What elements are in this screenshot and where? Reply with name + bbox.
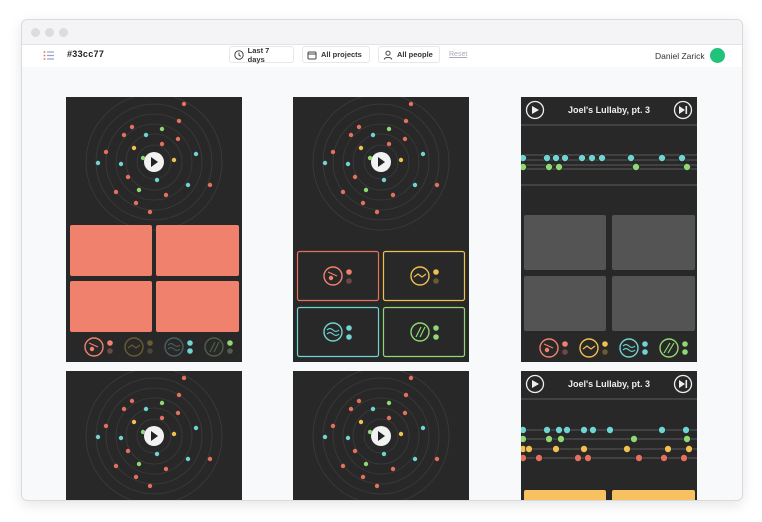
user-name[interactable]: Daniel Zarick [655, 51, 705, 61]
clock-icon [234, 49, 244, 60]
player-title: Joel's Lullaby, pt. 3 [568, 379, 650, 389]
filter-people-button[interactable]: All people [378, 46, 440, 63]
close-window-button[interactable] [31, 28, 40, 37]
sequencer-visual [521, 100, 697, 358]
filter-projects-label: All projects [321, 50, 362, 59]
minimize-window-button[interactable] [45, 28, 54, 37]
folder-icon [307, 51, 317, 59]
avatar[interactable] [710, 48, 725, 63]
filter-time-label: Last 7 days [247, 45, 270, 64]
filter-projects-button[interactable]: All projects [302, 46, 370, 63]
reset-link[interactable]: Reset [449, 51, 467, 58]
filter-people-label: All people [397, 50, 433, 59]
sequencer-visual [521, 374, 697, 500]
title-bar [22, 20, 742, 45]
app-window: #33cc77 Last 7 days All projects All peo… [21, 19, 743, 501]
orbit-visual [296, 97, 466, 358]
instrument-icons-row [539, 338, 688, 358]
list-menu-icon[interactable] [43, 50, 54, 61]
person-icon [383, 50, 393, 60]
instrument-icons-row [84, 337, 233, 357]
player-card-2[interactable]: Joel's Lullaby, pt. 3 [521, 371, 697, 500]
orbit-visual [312, 371, 450, 500]
filter-time-button[interactable]: Last 7 days [229, 45, 294, 64]
orbit-card-2[interactable] [293, 97, 469, 362]
player-title: Joel's Lullaby, pt. 3 [568, 105, 650, 115]
zoom-window-button[interactable] [59, 28, 68, 37]
orbit-visual [70, 97, 239, 357]
document-title: #33cc77 [67, 49, 105, 59]
player-card-1[interactable]: Joel's Lullaby, pt. 3 [521, 97, 697, 362]
orbit-card-4[interactable] [293, 371, 469, 500]
orbit-visual [85, 371, 223, 500]
orbit-card-3[interactable] [66, 371, 242, 500]
orbit-card-1[interactable] [66, 97, 242, 362]
